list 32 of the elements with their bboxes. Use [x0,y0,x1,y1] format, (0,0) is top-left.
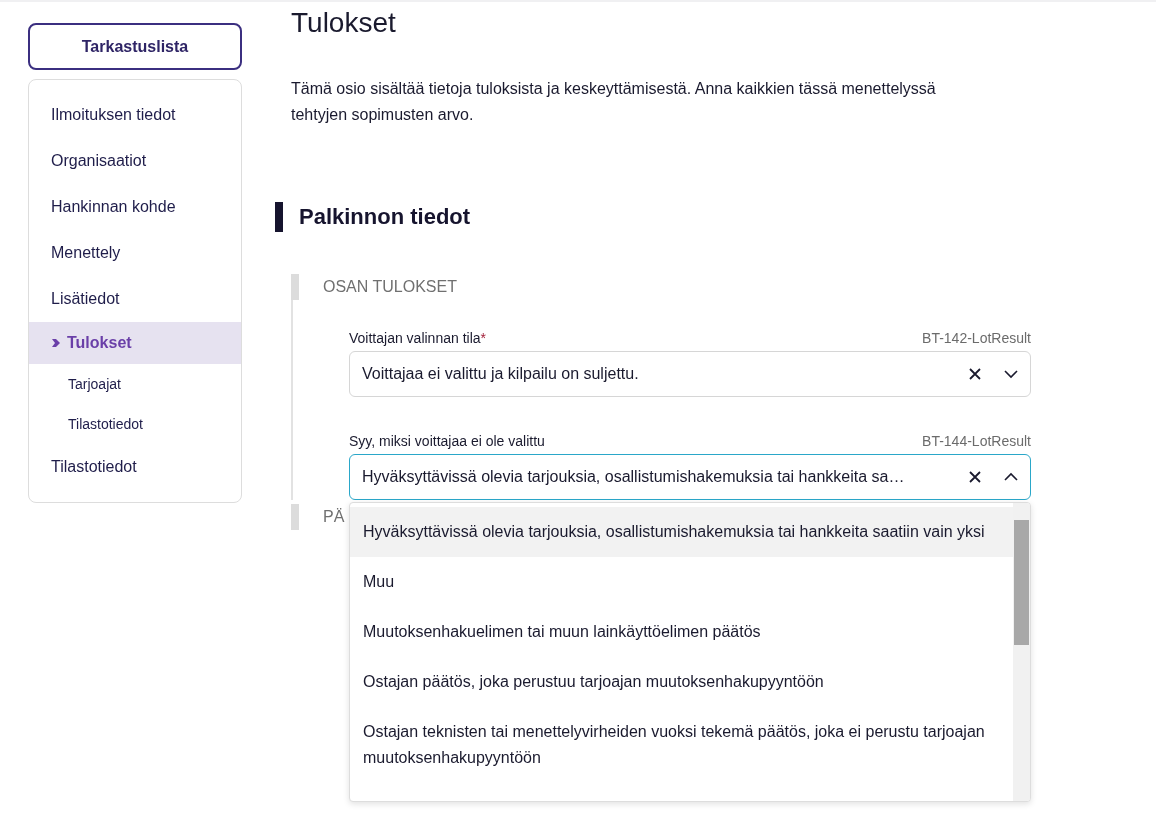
field-code: BT-144-LotResult [922,433,1031,449]
subsection-heading: OSAN TULOKSET [323,278,457,296]
nav-subitem[interactable]: Tarjoajat [29,364,241,404]
section-marker [291,504,299,530]
subsection-heading: PÄ [323,508,345,526]
nav-subitem[interactable]: Tilastotiedot [29,404,241,444]
nav-item[interactable]: Menettely [29,230,241,276]
nav-item[interactable]: Lisätiedot [29,276,241,322]
select-field[interactable]: Voittajaa ei valittu ja kilpailu on suljettu. [349,351,1031,397]
clear-icon[interactable] [968,367,982,381]
intro-text: Tämä osio sisältää tietoja tuloksista ja keskeyttämisestä. Anna kaikkien tässä menettelyssä tehtyjen sopimusten arvo. [291,79,937,125]
dropdown-option[interactable]: Ostajan teknisten tai menettelyvirheiden vuoksi tekemä päätös, joka ei perustu tarjoajan muutoksenhakupyyntöön [350,707,1013,783]
dropdown-option[interactable]: Muutoksenhakuelimen tai muun lainkäyttöelimen päätös [350,607,1013,657]
scrollbar[interactable] [1013,503,1030,801]
dropdown-option[interactable]: Muu [350,557,1013,607]
chevron-icon [51,338,61,348]
clear-icon[interactable] [968,470,982,484]
field-label: Voittajan valinnan tila* [349,330,486,346]
checklist-button[interactable]: Tarkastuslista [28,23,242,70]
caret-icon[interactable] [1004,367,1018,381]
select-field[interactable]: Hyväksyttävissä olevia tarjouksia, osallistumishakemuksia tai hankkeita sa… [349,454,1031,500]
nav-item[interactable]: Organisaatiot [29,138,241,184]
dropdown-option[interactable]: Hyväksyttävissä olevia tarjouksia, osallistumishakemuksia tai hankkeita saatiin vain yksi [350,507,1013,557]
dropdown-option[interactable]: Ostajan päätös, joka perustuu tarjoajan muutoksenhakupyyntöön [350,657,1013,707]
nav-item[interactable]: Hankinnan kohde [29,184,241,230]
page-title: Tulokset [291,6,397,40]
nav-item[interactable]: Tulokset [29,322,241,364]
section-heading: Palkinnon tiedot [275,202,1031,232]
nav-item[interactable]: Ilmoituksen tiedot [29,92,241,138]
field-code: BT-142-LotResult [922,330,1031,346]
field-label: Syy, miksi voittajaa ei ole valittu [349,433,545,449]
nav-item[interactable]: Tilastotiedot [29,444,241,490]
